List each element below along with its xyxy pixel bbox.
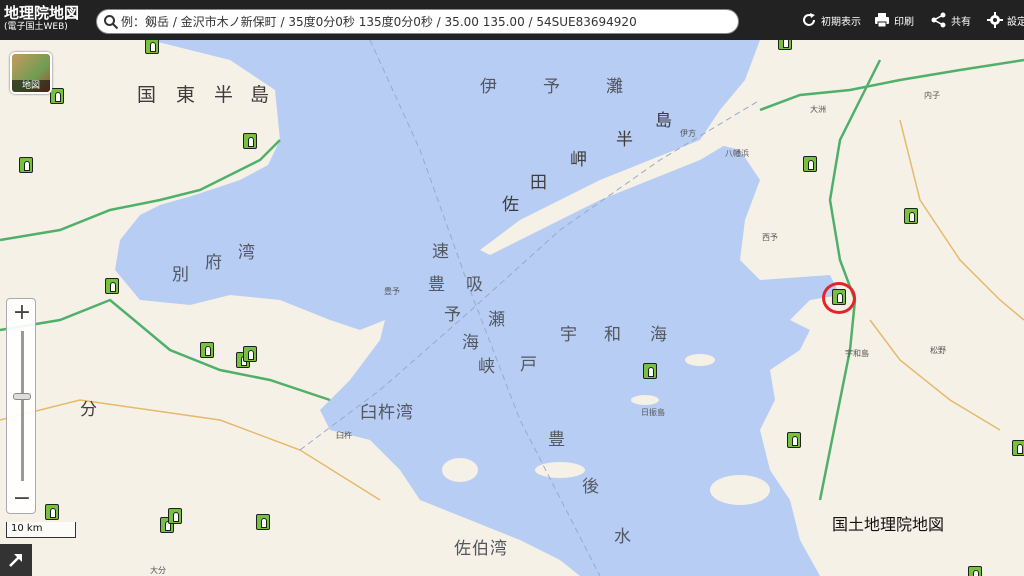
place-kunisaki-1: 国 <box>137 84 159 106</box>
initial-view-label: 初期表示 <box>821 16 861 28</box>
facility-marker[interactable] <box>1012 440 1024 456</box>
facility-marker[interactable] <box>904 208 918 224</box>
expand-panel-button[interactable] <box>0 544 32 576</box>
place-bungo-3: 水 <box>614 527 632 547</box>
place-iyonada-3: 灘 <box>606 77 624 97</box>
facility-marker[interactable] <box>243 133 257 149</box>
place-hoyo-6: 瀬 <box>488 310 506 330</box>
selected-location-ring <box>822 282 856 314</box>
place-beppuwan-1: 別 <box>172 265 190 285</box>
printer-icon <box>875 13 889 28</box>
place-hoyo-7: 峡 <box>478 357 496 377</box>
zoom-slider-track[interactable] <box>21 331 24 481</box>
settings-label: 設定 <box>1007 16 1024 28</box>
place-usukiwan: 臼杵湾 <box>360 403 414 423</box>
place-sadamisaki-2: 田 <box>530 173 548 193</box>
place-sadamisaki-3: 岬 <box>570 150 588 170</box>
initial-view-button[interactable]: 初期表示 <box>800 10 861 30</box>
place-sadamisaki-1: 佐 <box>502 195 520 215</box>
place-hoyo-3: 予 <box>444 305 462 325</box>
label-matsuno: 松野 <box>930 346 946 355</box>
share-button[interactable]: 共有 <box>930 10 971 30</box>
place-bungo-2: 後 <box>582 477 600 497</box>
place-hoyo-1: 速 <box>432 242 450 262</box>
zoom-slider-handle[interactable] <box>13 393 31 400</box>
label-hiburi: 日振島 <box>641 408 665 417</box>
place-iyonada-2: 予 <box>543 77 561 97</box>
facility-marker[interactable] <box>50 88 64 104</box>
place-iyonada-1: 伊 <box>480 77 498 97</box>
label-nishiuwa: 西予 <box>762 233 778 242</box>
arrow-up-right-icon <box>9 554 22 567</box>
facility-marker[interactable] <box>168 508 182 524</box>
facility-marker[interactable] <box>643 363 657 379</box>
place-hoyo-2: 豊 <box>428 275 446 295</box>
facility-marker[interactable] <box>968 566 982 576</box>
place-uwakai-1: 宇 <box>560 325 578 345</box>
header-bar: 地理院地図 (電子国土WEB) 初期表示 印刷 共有 <box>0 0 1024 40</box>
place-uwakai-3: 海 <box>650 325 668 345</box>
facility-marker[interactable] <box>243 346 257 362</box>
label-ozu: 大洲 <box>810 105 826 114</box>
print-label: 印刷 <box>894 16 914 28</box>
facility-marker[interactable] <box>256 514 270 530</box>
logo-title: 地理院地図 <box>4 4 80 22</box>
map-attribution: 国土地理院地図 <box>832 515 945 534</box>
place-beppuwan-2: 府 <box>205 253 223 273</box>
facility-marker[interactable] <box>787 432 801 448</box>
refresh-icon <box>803 13 815 26</box>
place-beppuwan-3: 湾 <box>238 243 256 263</box>
label-usuki: 臼杵 <box>336 431 352 440</box>
logo-subtitle: (電子国土WEB) <box>4 22 68 32</box>
label-oita-town: 大分 <box>150 566 166 575</box>
map-type-switch[interactable]: 地図 <box>10 52 52 94</box>
facility-marker[interactable] <box>200 342 214 358</box>
place-kunisaki-3: 半 <box>214 84 236 106</box>
place-hoyo-5: 海 <box>462 333 480 353</box>
facility-marker[interactable] <box>19 157 33 173</box>
site-logo[interactable]: 地理院地図 (電子国土WEB) <box>4 4 92 33</box>
facility-marker[interactable] <box>803 156 817 172</box>
facility-marker[interactable] <box>145 38 159 54</box>
label-uwajima: 宇和島 <box>845 349 869 358</box>
search-input[interactable] <box>121 12 731 32</box>
search-icon[interactable] <box>103 14 119 30</box>
zoom-control: + − <box>6 298 36 514</box>
print-button[interactable]: 印刷 <box>873 10 914 30</box>
share-label: 共有 <box>951 16 971 28</box>
share-icon <box>931 12 946 28</box>
scale-bar: 10 km <box>6 522 76 538</box>
place-saikiwan: 佐伯湾 <box>454 539 508 559</box>
label-yawatahama: 八幡浜 <box>725 149 749 158</box>
place-hoyo-4: 吸 <box>466 275 484 295</box>
place-kunisaki-2: 東 <box>176 84 198 106</box>
label-uchiko: 内子 <box>924 91 940 100</box>
facility-marker[interactable] <box>105 278 119 294</box>
map-canvas[interactable]: 国 東 半 島 伊 予 灘 佐 田 岬 半 島 別 府 湾 速 豊 予 吸 海 … <box>0 0 1024 576</box>
place-bungo-1: 豊 <box>548 430 566 450</box>
facility-marker[interactable] <box>45 504 59 520</box>
settings-button[interactable]: 設定 <box>986 10 1024 30</box>
zoom-in-button[interactable]: + <box>7 299 37 327</box>
zoom-out-button[interactable]: − <box>7 485 37 513</box>
gear-icon <box>987 12 1003 28</box>
label-hoyo: 豊予 <box>384 287 400 296</box>
place-hoyo-8: 戸 <box>520 355 538 375</box>
place-uwakai-2: 和 <box>604 325 622 345</box>
place-sadamisaki-4: 半 <box>616 130 634 150</box>
map-type-label: 地図 <box>12 80 50 92</box>
label-ikata: 伊方 <box>680 129 696 138</box>
search-box[interactable] <box>96 9 739 34</box>
place-oita: 分 <box>80 400 98 420</box>
place-sadamisaki-5: 島 <box>655 111 673 131</box>
place-kunisaki-4: 島 <box>250 84 272 106</box>
